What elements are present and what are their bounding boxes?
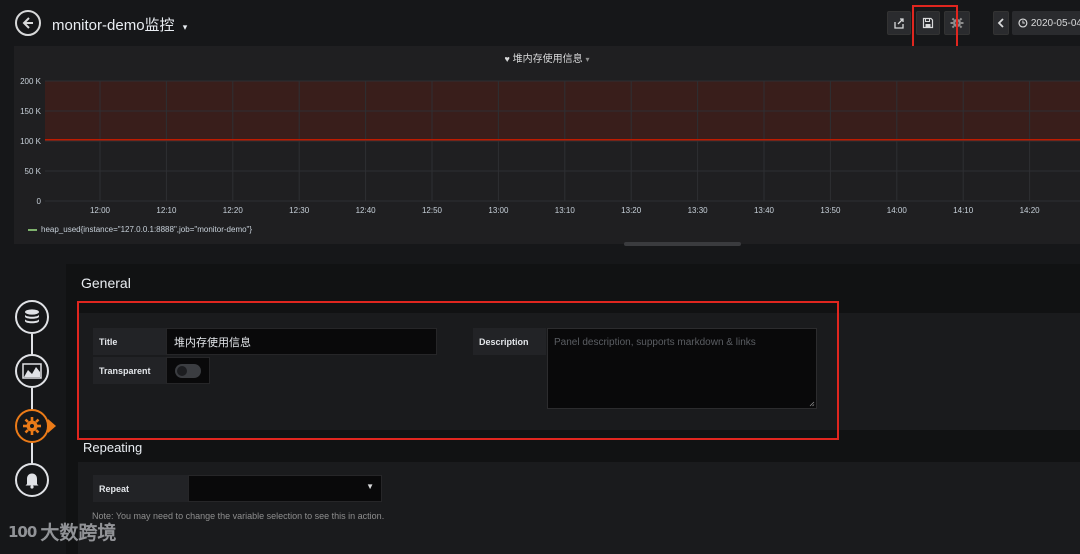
title-input-value: 堆内存使用信息 [174,336,251,349]
dashboard-title-picker[interactable]: monitor-demo监控 ▾ [52,14,187,35]
heap-chart[interactable]: 200 K 150 K 100 K 50 K 0 12:00 12:10 12:20 12:30… [14,64,1080,239]
x-tick-label: 14:20 [1020,206,1041,215]
y-tick-label: 200 K [20,77,42,86]
stepper-connector [31,388,33,410]
description-textarea[interactable]: Panel description, supports markdown & l… [547,328,817,409]
dashboard-settings-button[interactable] [944,11,970,35]
repeat-select[interactable]: ▼ [188,475,382,502]
x-tick-label: 12:40 [356,206,377,215]
y-tick-label: 50 K [25,167,42,176]
step-visualization[interactable] [15,354,49,388]
general-heading: General [81,275,131,291]
visualization-icon [22,363,42,379]
chevron-left-icon [997,18,1004,28]
clock-icon [1018,18,1028,28]
time-shift-back-button[interactable] [993,11,1009,35]
y-tick-label: 0 [37,197,42,206]
database-icon [25,309,39,324]
repeat-note: Note: You may need to change the variabl… [92,511,385,521]
panel-title-menu[interactable]: ♥ 堆内存使用信息 ▾ [14,50,1080,65]
legend-color-swatch [28,228,37,231]
save-dashboard-button[interactable] [916,11,940,35]
step-general[interactable] [15,409,49,443]
back-arrow-icon [22,17,33,29]
top-navbar: monitor-demo监控 ▾ 2020-05-04 [0,0,1080,46]
x-tick-label: 13:20 [621,206,642,215]
legend-label: heap_used{instance="127.0.0.1:8888",job=… [41,225,253,234]
save-icon [922,17,934,29]
repeat-label: Repeat [93,475,188,502]
description-placeholder: Panel description, supports markdown & l… [554,337,756,348]
graph-panel: ♥ 堆内存使用信息 ▾ 200 K 150 K 100 K 50 K 0 12:00 12:… [14,46,1080,244]
transparent-toggle[interactable] [175,364,201,378]
step-alert[interactable] [15,463,49,497]
x-tick-label: 13:30 [688,206,709,215]
watermark-logo: 100 [8,522,37,541]
caret-down-icon: ▾ [585,55,590,64]
transparent-field [166,357,210,384]
resize-grip-icon [809,401,815,407]
general-settings-icon [23,417,41,435]
active-step-pointer [48,419,56,433]
dashboard-title: monitor-demo监控 [52,17,175,34]
caret-down-icon: ▼ [366,482,374,491]
panel-editor: General Title 堆内存使用信息 Transparent Descri… [66,264,1080,554]
title-label: Title [93,328,166,355]
time-range-text: 2020-05-04 [1030,17,1080,29]
time-range-picker[interactable]: 2020-05-04 [1012,11,1080,35]
watermark: 100 大数跨境 [8,518,116,545]
x-tick-label: 12:30 [289,206,310,215]
x-tick-label: 12:10 [156,206,177,215]
transparent-label: Transparent [93,357,166,384]
x-tick-label: 12:50 [422,206,443,215]
watermark-text: 大数跨境 [40,523,117,544]
x-tick-label: 13:00 [488,206,509,215]
heart-icon: ♥ [504,54,510,64]
caret-down-icon: ▾ [182,22,188,32]
repeating-heading: Repeating [83,440,143,455]
y-tick-label: 100 K [20,137,42,146]
description-label: Description [473,328,546,355]
x-tick-label: 12:20 [223,206,244,215]
share-icon [894,18,904,29]
x-tick-label: 13:10 [555,206,576,215]
x-tick-label: 13:50 [820,206,841,215]
stepper-connector [31,442,33,464]
x-tick-label: 14:00 [887,206,908,215]
settings-icon [950,16,964,30]
repeating-section: Repeat ▼ Note: You may need to change th… [78,462,1080,554]
x-tick-label: 14:10 [953,206,974,215]
y-tick-label: 150 K [20,107,42,116]
share-button[interactable] [887,11,911,35]
back-button[interactable] [15,10,41,36]
panel-resize-handle[interactable] [624,242,741,246]
general-section: Title 堆内存使用信息 Transparent Description Pa… [78,313,1080,430]
stepper-connector [31,334,33,356]
alert-bell-icon [25,473,39,489]
title-input[interactable]: 堆内存使用信息 [166,328,437,355]
x-tick-label: 13:40 [754,206,775,215]
step-queries[interactable] [15,300,49,334]
x-tick-label: 12:00 [90,206,111,215]
threshold-region [45,81,1080,140]
legend-item[interactable]: heap_used{instance="127.0.0.1:8888",job=… [28,225,252,234]
